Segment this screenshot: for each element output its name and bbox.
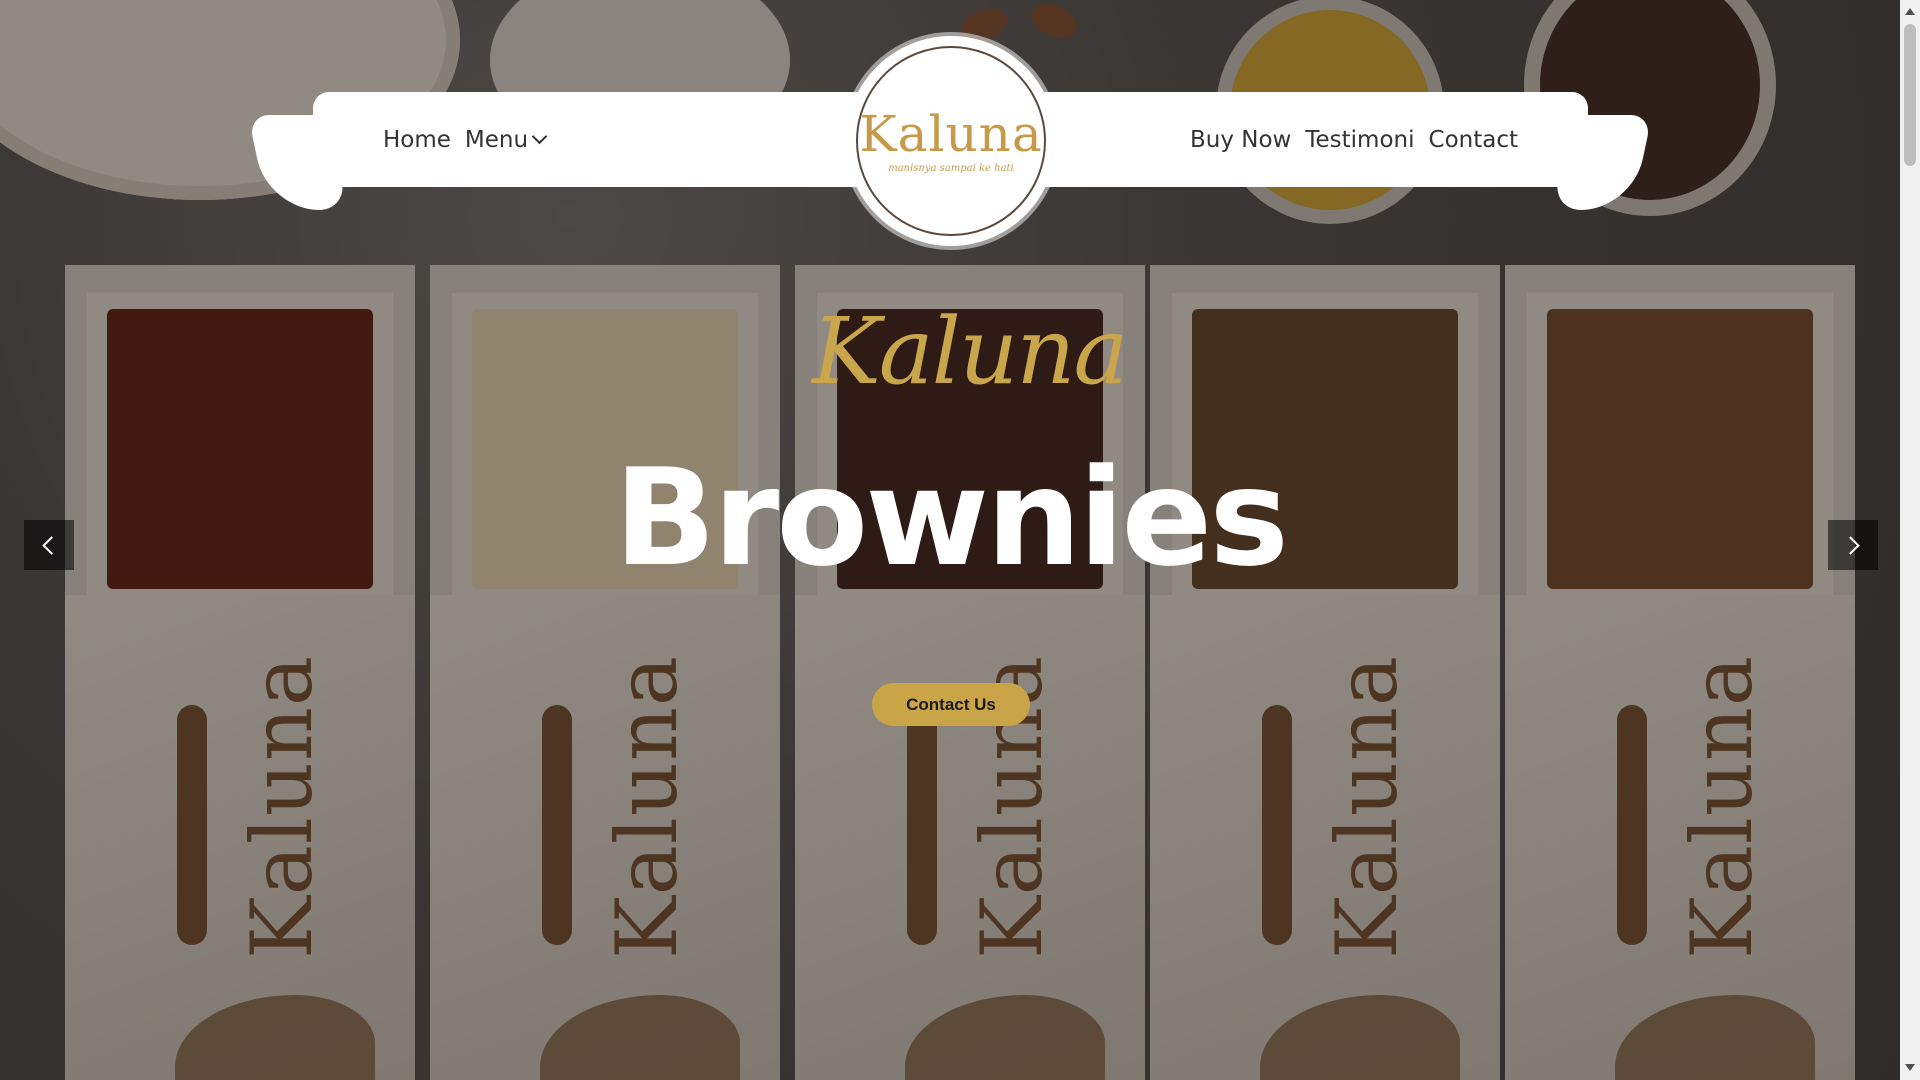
logo-ring: Kaluna manisnya sampai ke hati <box>856 46 1046 236</box>
nav-home-link[interactable]: Home <box>383 127 451 153</box>
hero-title: Brownies <box>613 440 1289 596</box>
nav-testimoni-link[interactable]: Testimoni <box>1305 127 1414 153</box>
chevron-left-icon <box>42 535 61 555</box>
carousel-next-button[interactable] <box>1828 520 1878 570</box>
scroll-up-arrow-icon[interactable] <box>1905 8 1915 15</box>
nav-menu-dropdown[interactable]: Menu <box>464 126 548 153</box>
nav-contact-link[interactable]: Contact <box>1429 127 1518 153</box>
carousel-prev-button[interactable] <box>24 520 74 570</box>
chevron-down-icon <box>531 128 548 145</box>
nav-menu-label: Menu <box>464 126 529 153</box>
nav-buy-now-link[interactable]: Buy Now <box>1190 127 1291 153</box>
nav-right-group: Buy Now Testimoni Contact <box>1190 92 1518 187</box>
scrollbar-thumb[interactable] <box>1904 24 1916 166</box>
scroll-down-arrow-icon[interactable] <box>1905 1064 1915 1071</box>
logo-wordmark: Kaluna <box>859 104 1043 163</box>
page-scrollbar[interactable] <box>1900 0 1920 1080</box>
hero-script-title: Kaluna <box>812 298 1128 405</box>
contact-us-button[interactable]: Contact Us <box>872 683 1030 726</box>
logo-tagline: manisnya sampai ke hati <box>888 162 1014 174</box>
brand-logo[interactable]: Kaluna manisnya sampai ke hati <box>846 36 1056 246</box>
chevron-right-icon <box>1841 535 1860 555</box>
nav-left-group: Home Menu <box>383 92 548 187</box>
